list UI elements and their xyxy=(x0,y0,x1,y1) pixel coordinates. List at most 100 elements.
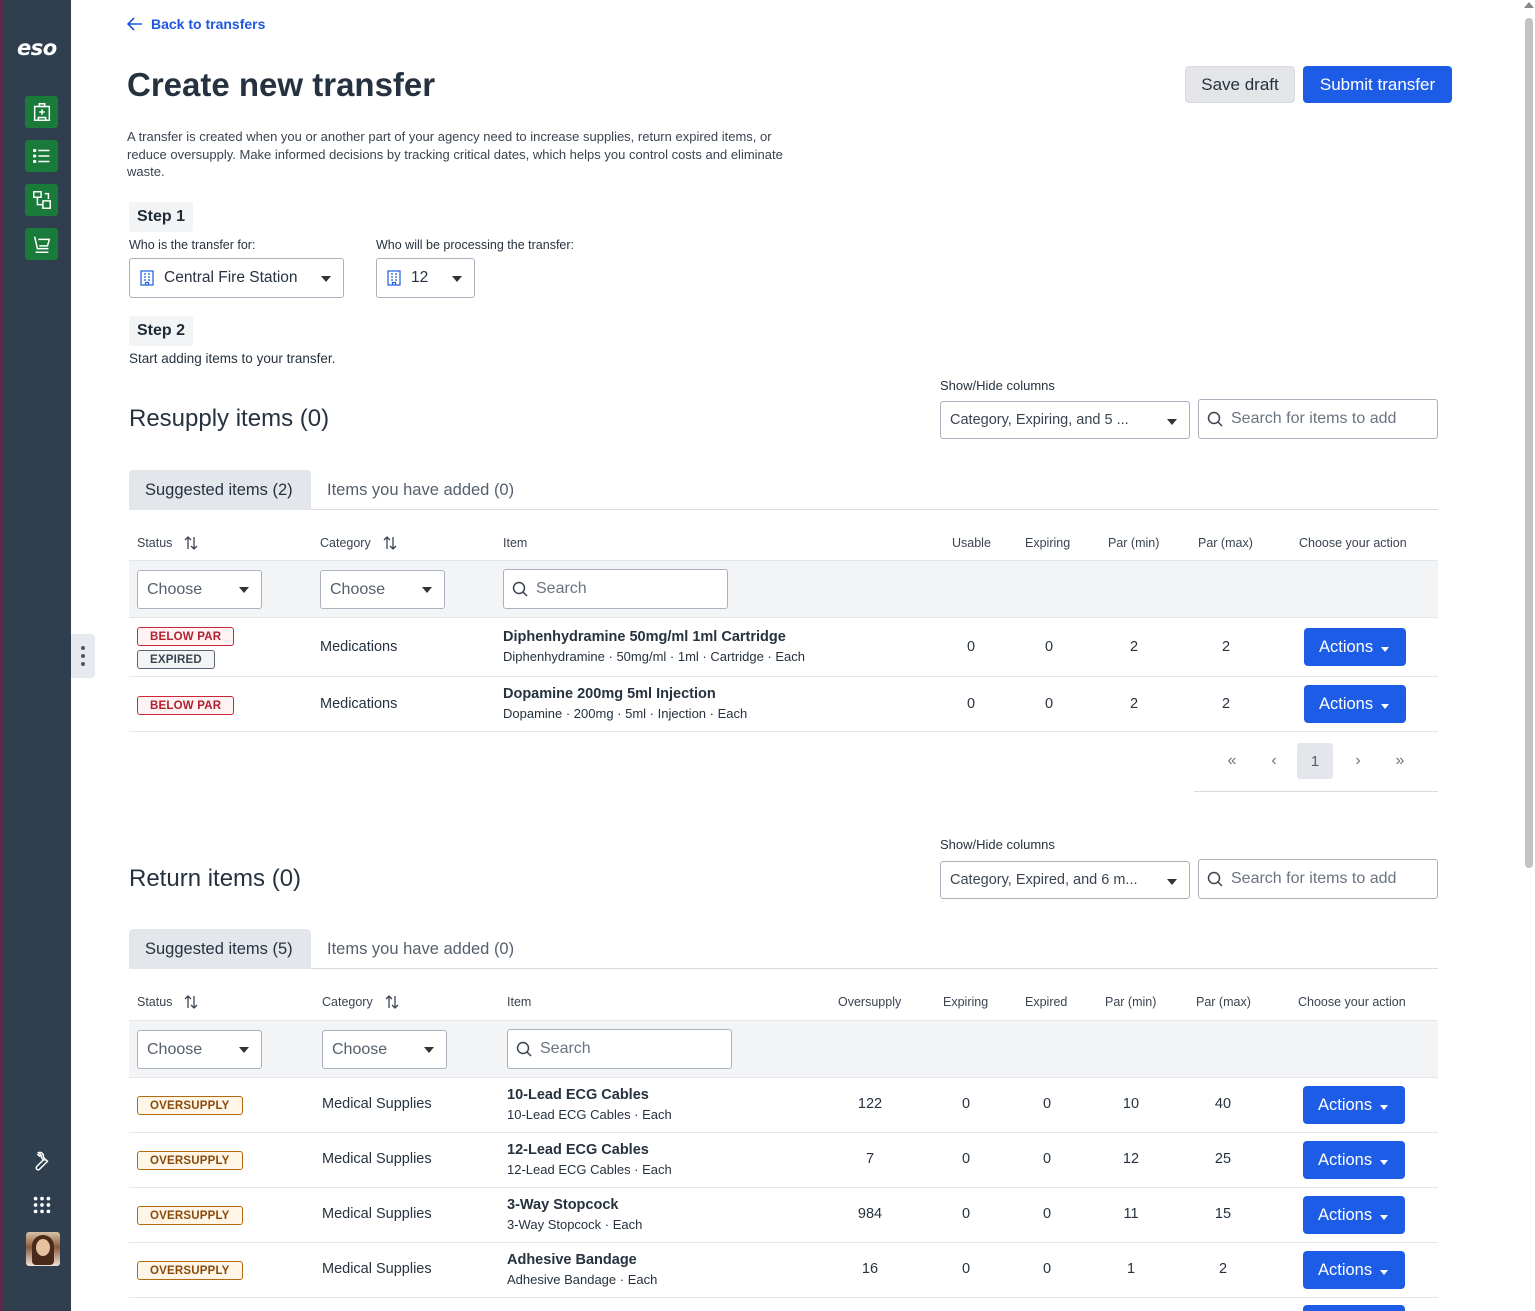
col-category[interactable]: Category xyxy=(322,995,399,1009)
actions-label: Actions xyxy=(1318,1095,1373,1114)
col-category-label: Category xyxy=(320,536,371,550)
status-filter-select[interactable]: Choose xyxy=(137,1030,262,1069)
resupply-columns-select[interactable]: Category, Expiring, and 5 ... xyxy=(940,401,1190,439)
row-expiring: 0 xyxy=(961,1151,971,1167)
item-filter-search[interactable]: Search xyxy=(503,569,728,609)
hospital-icon[interactable] xyxy=(25,96,58,128)
arrow-left-icon xyxy=(127,17,142,31)
eso-logo[interactable]: eso xyxy=(17,36,57,60)
apps-grid-icon[interactable] xyxy=(25,1188,59,1222)
transfer-icon[interactable] xyxy=(25,184,58,216)
actions-button[interactable]: Actions xyxy=(1304,685,1406,723)
row-expired: 0 xyxy=(1042,1151,1052,1167)
wrench-icon[interactable] xyxy=(25,1144,59,1178)
row-item-name: 3-Way Stopcock xyxy=(507,1197,619,1213)
transfer-for-select[interactable]: Central Fire Station xyxy=(129,258,344,298)
col-par-max: Par (max) xyxy=(1198,536,1253,550)
table-row: BELOW PAR EXPIRED Medications Diphenhydr… xyxy=(129,619,1438,677)
row-oversupply: 984 xyxy=(857,1206,883,1222)
chevron-down-icon xyxy=(1381,646,1390,652)
row-oversupply: 7 xyxy=(865,1151,875,1167)
chevron-down-icon xyxy=(1380,1159,1389,1165)
row-expired: 0 xyxy=(1042,1261,1052,1277)
submit-transfer-button[interactable]: Submit transfer xyxy=(1303,66,1452,103)
return-showhide-label: Show/Hide columns xyxy=(940,837,1055,852)
save-draft-button[interactable]: Save draft xyxy=(1185,66,1295,103)
col-action: Choose your action xyxy=(1298,995,1406,1009)
tab-resupply-suggested[interactable]: Suggested items (2) xyxy=(129,470,311,510)
row-item-name: Dopamine 200mg 5ml Injection xyxy=(503,686,716,702)
return-columns-select[interactable]: Category, Expired, and 6 m... xyxy=(940,861,1190,899)
return-title: Return items (0) xyxy=(129,865,302,892)
cart-icon[interactable] xyxy=(25,228,58,260)
row-par-max: 2 xyxy=(1218,1261,1228,1277)
tab-resupply-added[interactable]: Items you have added (0) xyxy=(311,470,530,510)
prev-page-button[interactable]: ‹ xyxy=(1256,743,1292,779)
col-status[interactable]: Status xyxy=(137,536,198,550)
category-filter-select[interactable]: Choose xyxy=(322,1030,447,1069)
actions-button[interactable]: Actions xyxy=(1304,628,1406,666)
back-to-transfers-link[interactable]: Back to transfers xyxy=(127,16,265,32)
scrollbar[interactable] xyxy=(1525,18,1533,868)
col-status-label: Status xyxy=(137,536,173,550)
category-filter-value: Choose xyxy=(330,580,386,598)
status-badge: OVERSUPPLY xyxy=(137,1096,243,1115)
resupply-search-input[interactable]: Search for items to add xyxy=(1198,399,1438,439)
actions-label: Actions xyxy=(1319,694,1374,713)
tab-return-suggested[interactable]: Suggested items (5) xyxy=(129,929,311,969)
row-par-min: 1 xyxy=(1126,1261,1136,1277)
row-oversupply: 122 xyxy=(857,1096,883,1112)
scroll-up-arrow[interactable] xyxy=(1524,2,1534,8)
row-par-max: 15 xyxy=(1214,1206,1232,1222)
processing-value: 12 xyxy=(411,269,429,286)
actions-button[interactable]: Actions xyxy=(1303,1196,1405,1234)
page-1-button[interactable]: 1 xyxy=(1297,743,1333,779)
page-title: Create new transfer xyxy=(127,66,436,103)
row-expiring: 0 xyxy=(961,1261,971,1277)
col-category[interactable]: Category xyxy=(320,536,397,550)
status-badge: BELOW PAR xyxy=(137,696,235,715)
col-action: Choose your action xyxy=(1299,536,1407,550)
category-filter-select[interactable]: Choose xyxy=(320,570,445,609)
row-par-min: 11 xyxy=(1123,1206,1139,1222)
row-item-detail: 12-Lead ECG Cables · Each xyxy=(507,1162,672,1177)
row-item-detail: Dopamine · 200mg · 5ml · Injection · Eac… xyxy=(503,706,748,721)
table-row: OVERSUPPLY Medical Supplies 10-Lead ECG … xyxy=(129,1078,1438,1133)
actions-button[interactable]: Actions xyxy=(1303,1086,1405,1124)
row-expiring: 0 xyxy=(1044,696,1054,712)
actions-button-partial[interactable] xyxy=(1303,1305,1405,1311)
first-page-button[interactable]: « xyxy=(1214,743,1250,779)
status-badge: BELOW PAR xyxy=(137,627,235,646)
list-icon[interactable] xyxy=(25,140,58,172)
sort-icon xyxy=(383,536,397,550)
sort-icon xyxy=(385,995,399,1009)
tab-return-added[interactable]: Items you have added (0) xyxy=(311,929,530,969)
actions-button[interactable]: Actions xyxy=(1303,1141,1405,1179)
intro-text: A transfer is created when you or anothe… xyxy=(127,129,783,179)
next-page-button[interactable]: › xyxy=(1340,743,1376,779)
row-expiring: 0 xyxy=(961,1096,971,1112)
row-par-max: 2 xyxy=(1221,639,1231,655)
status-badge: OVERSUPPLY xyxy=(137,1261,243,1280)
row-item-name: Diphenhydramine 50mg/ml 1ml Cartridge xyxy=(503,629,786,645)
row-expiring: 0 xyxy=(961,1206,971,1222)
return-search-input[interactable]: Search for items to add xyxy=(1198,859,1438,899)
actions-button[interactable]: Actions xyxy=(1303,1251,1405,1289)
sidebar-collapse-handle[interactable] xyxy=(71,634,95,678)
actions-label: Actions xyxy=(1319,637,1374,656)
return-columns-value: Category, Expired, and 6 m... xyxy=(950,872,1138,888)
resupply-tabs: Suggested items (2) Items you have added… xyxy=(129,470,1438,510)
item-filter-search[interactable]: Search xyxy=(507,1029,732,1069)
actions-label: Actions xyxy=(1318,1260,1373,1279)
return-search-placeholder: Search for items to add xyxy=(1231,870,1397,887)
processing-select[interactable]: 12 xyxy=(376,258,475,298)
col-status-label: Status xyxy=(137,995,173,1009)
row-category: Medications xyxy=(320,639,398,655)
last-page-button[interactable]: » xyxy=(1382,743,1418,779)
col-status[interactable]: Status xyxy=(137,995,198,1009)
search-icon xyxy=(512,581,528,597)
chevron-down-icon xyxy=(1381,703,1390,709)
status-filter-select[interactable]: Choose xyxy=(137,570,262,609)
avatar[interactable] xyxy=(26,1232,60,1266)
chevron-down-icon xyxy=(1167,419,1177,425)
